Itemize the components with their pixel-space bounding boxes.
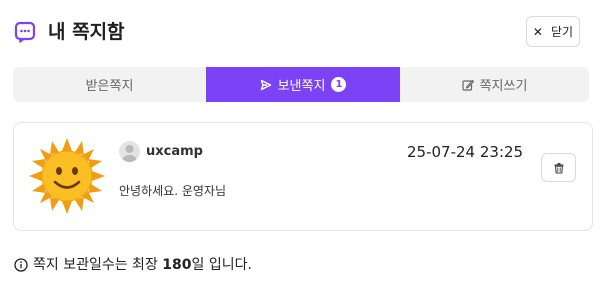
unread-badge: 1 <box>331 77 347 92</box>
close-button-label: 닫기 <box>550 25 574 39</box>
sender-username: uxcamp <box>146 144 203 159</box>
tab-write[interactable]: 쪽지쓰기 <box>400 67 589 102</box>
message-datetime: 25-07-24 23:25 <box>407 143 524 161</box>
tab-sent[interactable]: 보낸쪽지 1 <box>206 67 400 102</box>
close-button[interactable]: ✕ 닫기 <box>526 16 580 47</box>
info-icon <box>14 258 28 272</box>
tab-received[interactable]: 받은쪽지 <box>13 67 206 102</box>
page-title: 내 쪽지함 <box>48 21 125 43</box>
tab-bar: 받은쪽지 보낸쪽지 1 쪽지쓰기 <box>13 67 589 102</box>
notice-prefix: 쪽지 보관일수는 최장 <box>33 257 163 273</box>
message-card[interactable]: uxcamp 25-07-24 23:25 안녕하세요. 운영자님 <box>13 122 593 231</box>
close-icon: ✕ <box>532 24 543 39</box>
message-icon <box>14 21 36 43</box>
retention-notice: 쪽지 보관일수는 최장 180일 입니다. <box>14 256 252 274</box>
notice-suffix: 일 입니다. <box>191 257 252 273</box>
tab-received-label: 받은쪽지 <box>85 79 134 94</box>
sun-emoji-icon <box>29 138 105 214</box>
trash-icon <box>554 162 563 174</box>
message-body: 안녕하세요. 운영자님 <box>119 184 226 198</box>
send-icon <box>260 79 271 90</box>
tab-sent-label: 보낸쪽지 <box>277 79 326 94</box>
avatar <box>119 141 140 162</box>
tab-write-label: 쪽지쓰기 <box>479 79 528 94</box>
edit-icon <box>461 79 474 91</box>
notice-days: 180 <box>162 257 192 273</box>
header: 내 쪽지함 ✕ 닫기 <box>0 0 602 64</box>
delete-button[interactable] <box>541 153 576 182</box>
